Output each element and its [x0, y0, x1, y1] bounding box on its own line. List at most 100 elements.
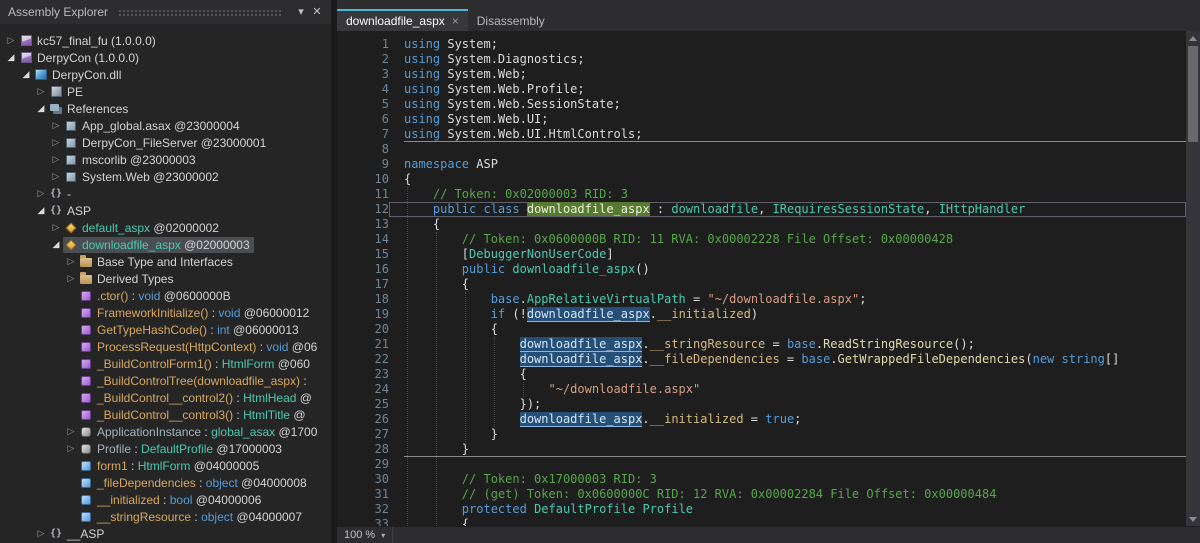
tree-item[interactable]: ▷{}__ASP — [0, 525, 331, 542]
tree-item[interactable]: ◢DerpyCon (1.0.0.0) — [0, 49, 331, 66]
expand-arrow-icon[interactable]: ▷ — [34, 528, 48, 539]
line-number: 1 — [337, 37, 389, 52]
tree-item[interactable]: _BuildControl__control2() : HtmlHead @ — [0, 389, 331, 406]
code-line[interactable]: 17 { — [337, 277, 1186, 292]
expand-arrow-icon[interactable]: ▷ — [49, 154, 63, 165]
tab-disassembly[interactable]: Disassembly — [468, 9, 554, 31]
code-line[interactable]: 3using System.Web; — [337, 67, 1186, 82]
code-line[interactable]: 7using System.Web.UI.HtmlControls; — [337, 127, 1186, 142]
code-line[interactable]: 8 — [337, 142, 1186, 157]
collapse-arrow-icon[interactable]: ◢ — [49, 239, 63, 250]
tree-item[interactable]: ▷kc57_final_fu (1.0.0.0) — [0, 32, 331, 49]
tree-item[interactable]: GetTypeHashCode() : int @06000013 — [0, 321, 331, 338]
scroll-up-arrow-icon[interactable] — [1186, 31, 1200, 45]
tree-item[interactable]: ▷PE — [0, 83, 331, 100]
tree-item[interactable]: ▷{}- — [0, 185, 331, 202]
code-line[interactable]: 13 { — [337, 217, 1186, 232]
code-line[interactable]: 14 // Token: 0x0600000B RID: 11 RVA: 0x0… — [337, 232, 1186, 247]
tree-item[interactable]: _BuildControl__control3() : HtmlTitle @ — [0, 406, 331, 423]
code-line[interactable]: 31 // (get) Token: 0x0600000C RID: 12 RV… — [337, 487, 1186, 502]
tree-item[interactable]: ◢downloadfile_aspx @02000003 — [0, 236, 331, 253]
tree-item[interactable]: __stringResource : object @04000007 — [0, 508, 331, 525]
code-line[interactable]: 9namespace ASP — [337, 157, 1186, 172]
code-line[interactable]: 33 { — [337, 517, 1186, 526]
expand-arrow-icon[interactable]: ▷ — [4, 35, 18, 46]
collapse-arrow-icon[interactable]: ◢ — [34, 205, 48, 216]
zoom-control[interactable]: 100 % ▾ — [337, 527, 393, 543]
tree-item[interactable]: ▷App_global.asax @23000004 — [0, 117, 331, 134]
tree-item[interactable]: .ctor() : void @0600000B — [0, 287, 331, 304]
tree-indent — [0, 278, 64, 279]
tree-item[interactable]: ▷Derived Types — [0, 270, 331, 287]
tree-item[interactable]: _BuildControlForm1() : HtmlForm @060 — [0, 355, 331, 372]
tree-item[interactable]: ◢DerpyCon.dll — [0, 66, 331, 83]
tree-indent — [0, 312, 64, 313]
tree-item-content: {}__ASP — [48, 526, 108, 542]
expand-arrow-icon[interactable]: ▷ — [34, 188, 48, 199]
horizontal-scrollbar[interactable] — [393, 527, 1200, 543]
code-line[interactable]: 10{ — [337, 172, 1186, 187]
tree-item[interactable]: _BuildControlTree(downloadfile_aspx) : — [0, 372, 331, 389]
zoom-dropdown-icon[interactable]: ▾ — [381, 531, 385, 540]
tree-item[interactable]: __initialized : bool @04000006 — [0, 491, 331, 508]
code-line[interactable]: 4using System.Web.Profile; — [337, 82, 1186, 97]
expand-arrow-icon[interactable]: ▷ — [64, 273, 78, 284]
tree-item[interactable]: ▷Profile : DefaultProfile @17000003 — [0, 440, 331, 457]
tree-item[interactable]: ▷default_aspx @02000002 — [0, 219, 331, 236]
tab-downloadfile-aspx[interactable]: downloadfile_aspx× — [337, 9, 468, 31]
scroll-down-arrow-icon[interactable] — [1186, 512, 1200, 526]
collapse-arrow-icon[interactable]: ◢ — [34, 103, 48, 114]
window-position-menu-button[interactable]: ▾ — [293, 3, 309, 21]
code-line[interactable]: 30 // Token: 0x17000003 RID: 3 — [337, 472, 1186, 487]
code-line[interactable]: 15 [DebuggerNonUserCode] — [337, 247, 1186, 262]
close-panel-button[interactable]: ✕ — [309, 3, 325, 21]
code-line[interactable]: 2using System.Diagnostics; — [337, 52, 1186, 67]
tree-item[interactable]: ▷ApplicationInstance : global_asax @1700 — [0, 423, 331, 440]
ref-icon — [64, 153, 78, 166]
tree-item-content: DerpyCon_FileServer @23000001 — [63, 135, 270, 151]
ns-icon: {} — [49, 187, 63, 200]
tree-item[interactable]: _fileDependencies : object @04000008 — [0, 474, 331, 491]
line-number: 4 — [337, 82, 389, 97]
code-line[interactable]: 12 public class downloadfile_aspx : down… — [337, 202, 1186, 217]
expand-arrow-icon[interactable]: ▷ — [49, 120, 63, 131]
highlighted-definition: downloadfile_aspx — [527, 202, 650, 216]
code-line-text: base.AppRelativeVirtualPath = "~/downloa… — [389, 292, 1186, 307]
expand-arrow-icon[interactable]: ▷ — [64, 443, 78, 454]
vertical-scrollbar[interactable] — [1186, 31, 1200, 526]
expand-arrow-icon[interactable]: ▷ — [49, 222, 63, 233]
tree-item[interactable]: ◢{}ASP — [0, 202, 331, 219]
code-line[interactable]: 28 } — [337, 442, 1186, 457]
line-number: 6 — [337, 112, 389, 127]
code-line[interactable]: 1using System; — [337, 37, 1186, 52]
code-line[interactable]: 6using System.Web.UI; — [337, 112, 1186, 127]
tree-indent — [0, 499, 64, 500]
tab-close-icon[interactable]: × — [452, 15, 459, 27]
expand-arrow-icon[interactable]: ▷ — [49, 171, 63, 182]
expand-arrow-icon[interactable]: ▷ — [34, 86, 48, 97]
tree-item[interactable]: ▷ DerpyCon_FileServer @23000001 — [0, 134, 331, 151]
line-number: 27 — [337, 427, 389, 442]
collapse-arrow-icon[interactable]: ◢ — [4, 52, 18, 63]
assembly-explorer-header[interactable]: Assembly Explorer ▾ ✕ — [0, 0, 331, 24]
tree-item[interactable]: ▷System.Web @23000002 — [0, 168, 331, 185]
code-line[interactable]: 29 — [337, 457, 1186, 472]
tree-item[interactable]: FrameworkInitialize() : void @06000012 — [0, 304, 331, 321]
expand-arrow-icon[interactable]: ▷ — [64, 256, 78, 267]
code-line[interactable]: 32 protected DefaultProfile Profile — [337, 502, 1186, 517]
tree-item-label: DerpyCon_FileServer @23000001 — [82, 136, 266, 150]
line-number: 12 — [337, 202, 389, 217]
tree-item[interactable]: form1 : HtmlForm @04000005 — [0, 457, 331, 474]
collapse-arrow-icon[interactable]: ◢ — [19, 69, 33, 80]
code-line[interactable]: 5using System.Web.SessionState; — [337, 97, 1186, 112]
tree-item[interactable]: ▷Base Type and Interfaces — [0, 253, 331, 270]
tree-item[interactable]: ProcessRequest(HttpContext) : void @06 — [0, 338, 331, 355]
tree-item[interactable]: ◢References — [0, 100, 331, 117]
scrollbar-thumb[interactable] — [1188, 46, 1198, 142]
code-line[interactable]: 16 public downloadfile_aspx() — [337, 262, 1186, 277]
expand-arrow-icon[interactable]: ▷ — [49, 137, 63, 148]
code-line[interactable]: 11 // Token: 0x02000003 RID: 3 — [337, 187, 1186, 202]
expand-arrow-icon[interactable]: ▷ — [64, 426, 78, 437]
line-number: 16 — [337, 262, 389, 277]
tree-item[interactable]: ▷mscorlib @23000003 — [0, 151, 331, 168]
